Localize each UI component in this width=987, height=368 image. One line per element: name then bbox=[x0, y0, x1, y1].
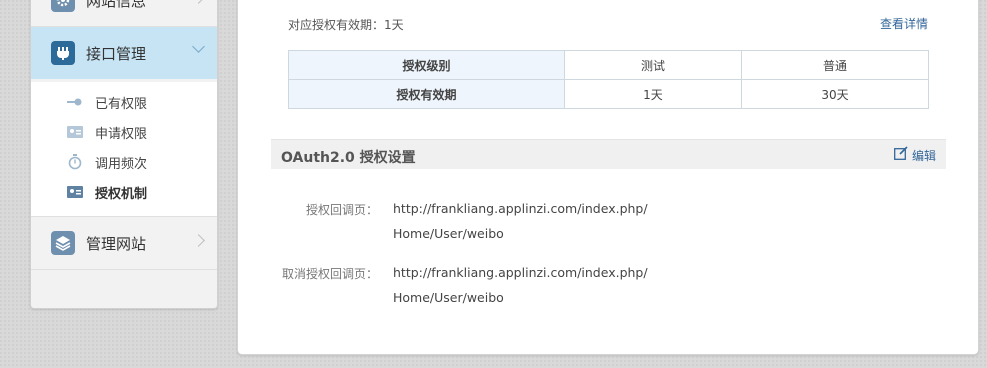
table-cell: 普通 bbox=[741, 50, 929, 80]
cancel-callback-url-label: 取消授权回调页： bbox=[281, 267, 378, 281]
edit-icon bbox=[894, 146, 908, 164]
table-cell: 30天 bbox=[741, 79, 929, 109]
auth-level-table: 授权级别 测试 普通 授权有效期 1天 30天 bbox=[288, 50, 929, 109]
submenu-item-label: 授权机制 bbox=[95, 186, 148, 202]
table-header-cell: 授权有效期 bbox=[288, 79, 565, 109]
sidebar: 网站信息 接口管理 已有权限 申请权限 调用频次 授权机制 管理网站 bbox=[30, 0, 218, 309]
section-title: OAuth2.0 授权设置 bbox=[281, 150, 416, 166]
edit-button[interactable]: 编辑 bbox=[894, 146, 936, 164]
submenu-item-label: 已有权限 bbox=[95, 96, 148, 112]
table-header-cell: 授权级别 bbox=[288, 50, 565, 80]
submenu-item-label: 申请权限 bbox=[95, 126, 148, 142]
gear-icon bbox=[51, 0, 75, 12]
id-card-icon bbox=[67, 125, 83, 139]
oauth-section-header: OAuth2.0 授权设置 编辑 bbox=[271, 139, 946, 169]
edit-button-label: 编辑 bbox=[911, 148, 936, 163]
id-card-icon bbox=[67, 185, 83, 199]
divider bbox=[31, 269, 217, 270]
cancel-callback-url-value: http://frankliang.applinzi.com/index.php… bbox=[393, 265, 648, 305]
chevron-right-icon bbox=[192, 234, 205, 247]
stopwatch-icon bbox=[67, 154, 83, 170]
table-row: 授权级别 测试 普通 bbox=[288, 50, 929, 80]
sidebar-item-label: 网站信息 bbox=[86, 0, 147, 10]
sidebar-item-manage-sites[interactable]: 管理网站 bbox=[31, 217, 217, 269]
callback-url-value: http://frankliang.applinzi.com/index.php… bbox=[393, 201, 648, 241]
view-details-link[interactable]: 查看详情 bbox=[880, 15, 928, 32]
sidebar-item-api-management[interactable]: 接口管理 bbox=[31, 27, 217, 79]
main-panel: 对应授权有效期：1天 查看详情 授权级别 测试 普通 授权有效期 1天 30天 … bbox=[237, 0, 979, 355]
table-cell: 1天 bbox=[564, 79, 742, 109]
table-cell: 测试 bbox=[564, 50, 742, 80]
callback-url-label: 授权回调页： bbox=[305, 203, 378, 217]
submenu-item-auth-mechanism[interactable]: 授权机制 bbox=[67, 183, 148, 202]
sidebar-item-site-info[interactable]: 网站信息 bbox=[31, 0, 217, 26]
submenu-item-existing-permissions[interactable]: 已有权限 bbox=[67, 93, 148, 112]
submenu: 已有权限 申请权限 调用频次 授权机制 bbox=[31, 82, 217, 216]
layers-icon bbox=[51, 231, 75, 255]
submenu-item-apply-permissions[interactable]: 申请权限 bbox=[67, 123, 148, 142]
chevron-right-icon bbox=[192, 0, 205, 4]
chevron-down-icon bbox=[192, 40, 205, 53]
key-icon bbox=[67, 95, 83, 109]
sidebar-item-label: 管理网站 bbox=[86, 234, 147, 253]
submenu-item-label: 调用频次 bbox=[95, 156, 148, 172]
validity-text: 对应授权有效期：1天 bbox=[288, 18, 404, 32]
submenu-item-call-frequency[interactable]: 调用频次 bbox=[67, 153, 148, 172]
plug-icon bbox=[51, 41, 75, 65]
table-row: 授权有效期 1天 30天 bbox=[288, 79, 929, 109]
sidebar-item-label: 接口管理 bbox=[86, 44, 147, 63]
